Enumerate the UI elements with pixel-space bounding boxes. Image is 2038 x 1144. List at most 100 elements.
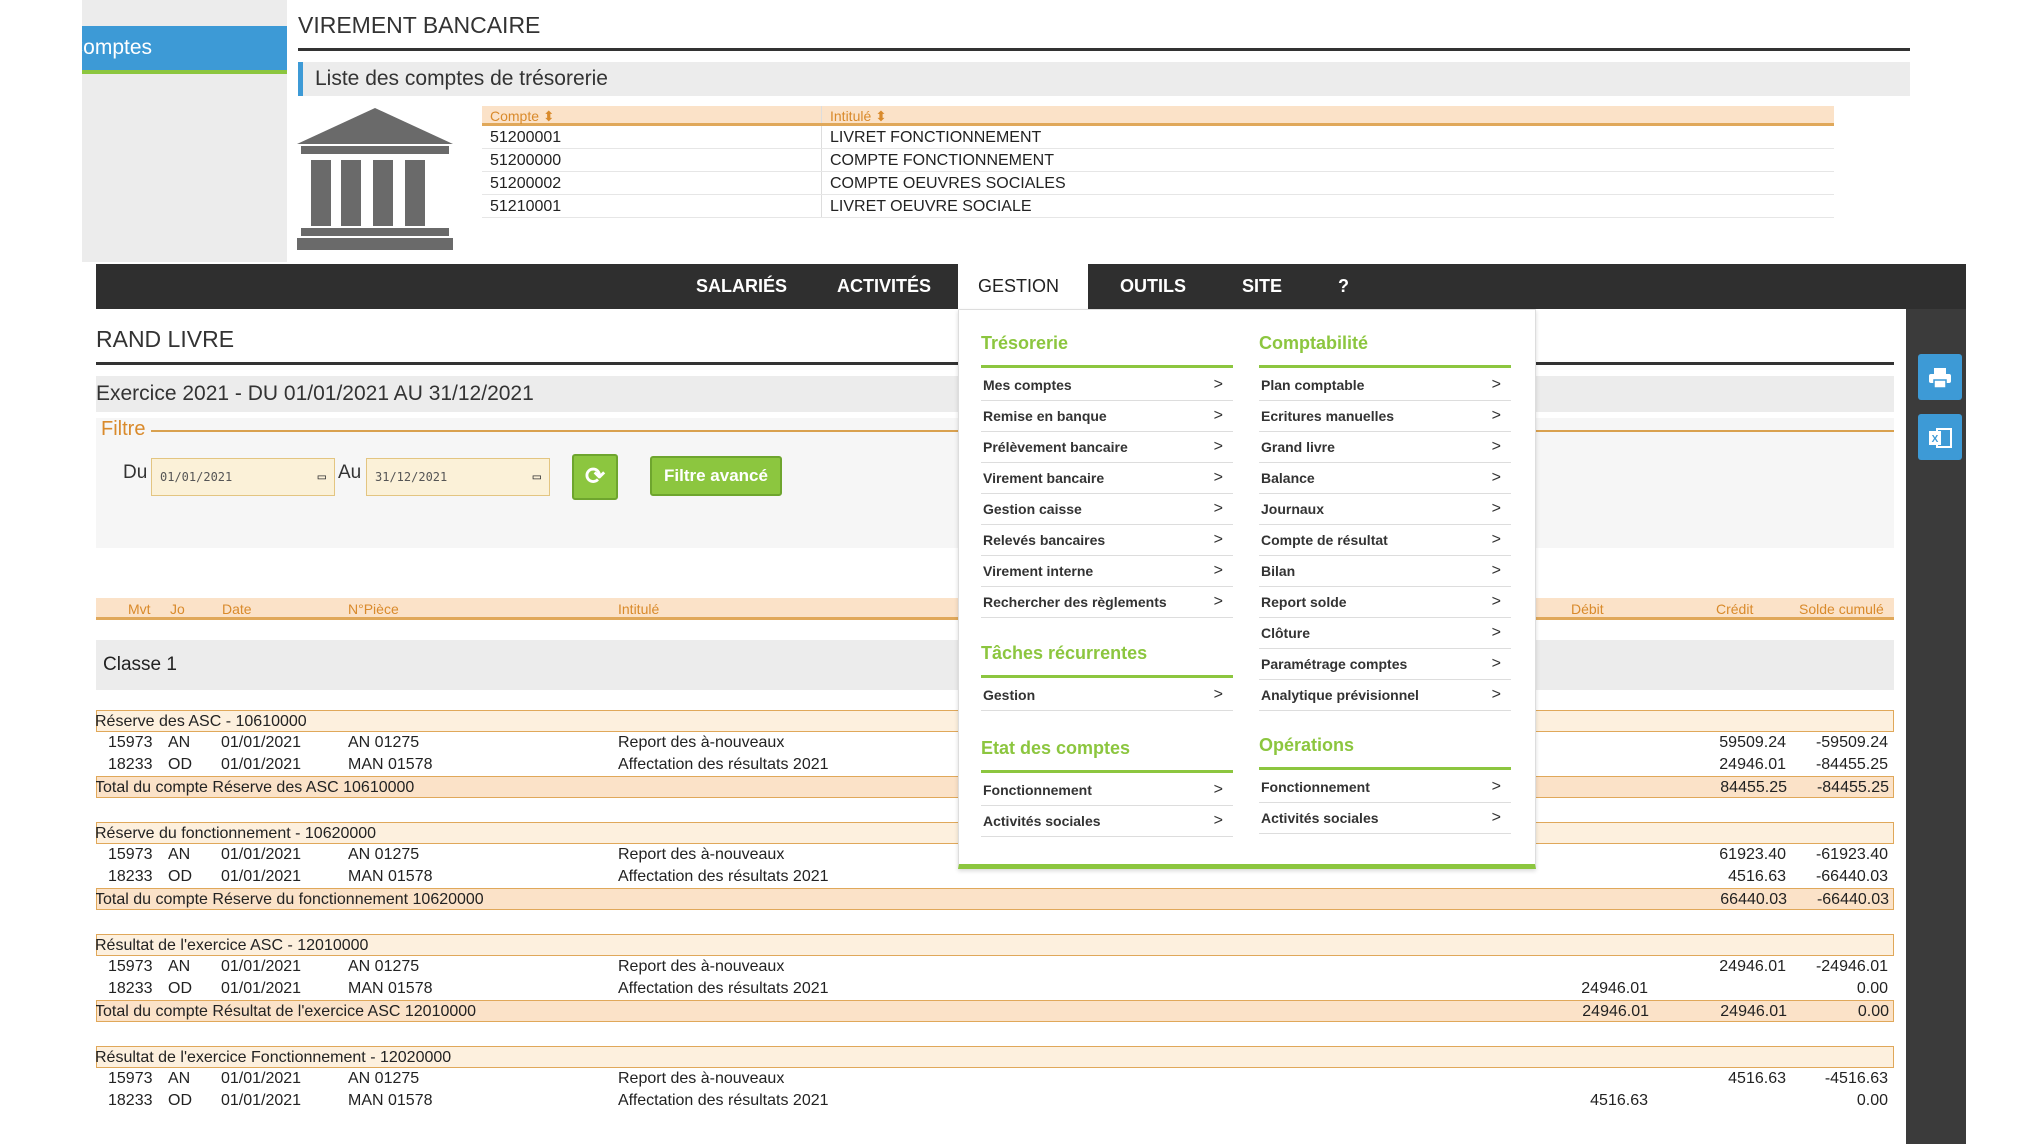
table-row[interactable]: 51210001 LIVRET OEUVRE SOCIALE [482,195,1834,218]
cell-credit: 4516.63 [1728,1070,1786,1087]
table-row[interactable]: 51200000 COMPTE FONCTIONNEMENT [482,149,1834,172]
menu-item-virement-interne[interactable]: Virement interne > [981,556,1233,587]
print-button[interactable] [1918,354,1962,400]
menu-section-comptabilite: Comptabilité [1259,328,1511,368]
table-row[interactable]: 15973 AN 01/01/2021 AN 01275 Report des … [96,1068,1894,1090]
chevron-right-icon: > [1491,469,1501,486]
nav-help[interactable]: ? [1318,264,1369,309]
page-title: RAND LIVRE [96,326,235,352]
date-from-input[interactable]: 01/01/2021 ▭ [151,458,335,496]
menu-item-releves-bancaires[interactable]: Relevés bancaires > [981,525,1233,556]
menu-item-label: Prélèvement bancaire [983,439,1128,455]
col-debit[interactable]: Débit [1571,598,1604,620]
menu-item-label: Journaux [1261,501,1325,517]
menu-item-mes-comptes[interactable]: Mes comptes > [981,370,1233,401]
menu-item-analytique-previsionnel[interactable]: Analytique prévisionnel > [1259,680,1511,711]
column-header-intitule[interactable]: Intitulé ⬍ [822,106,1834,124]
cell-intitule: LIVRET FONCTIONNEMENT [830,129,1042,146]
cell-solde: -59509.24 [1815,734,1888,751]
chevron-right-icon: > [1213,531,1223,548]
menu-item-prelevement-bancaire[interactable]: Prélèvement bancaire > [981,432,1233,463]
cell-piece: AN 01275 [348,958,420,975]
exercise-label: Exercice 2021 - DU 01/01/2021 AU 31/12/2… [96,382,534,405]
cell-piece: AN 01275 [348,846,420,863]
au-label: Au [338,462,362,483]
col-solde[interactable]: Solde cumulé [1799,598,1884,620]
col-intitule[interactable]: Intitulé [618,598,659,620]
cell-date: 01/01/2021 [221,734,302,751]
menu-item-plan-comptable[interactable]: Plan comptable > [1259,370,1511,401]
col-jo[interactable]: Jo [170,598,185,620]
date-to-value: 31/12/2021 [375,470,448,484]
menu-item-ecritures-manuelles[interactable]: Ecritures manuelles > [1259,401,1511,432]
date-from-value: 01/01/2021 [160,470,233,484]
nav-outils[interactable]: OUTILS [1100,264,1206,309]
calendar-icon[interactable]: ▭ [533,459,541,495]
sidebar-item-comptes[interactable]: Comptes [82,26,287,74]
chevron-right-icon: > [1491,686,1501,703]
account-title: Résultat de l'exercice ASC - 12010000 [96,937,369,954]
menu-item-cloture[interactable]: Clôture > [1259,618,1511,649]
menu-item-etat-activites-sociales[interactable]: Activités sociales > [981,806,1233,837]
table-row[interactable]: 51200001 LIVRET FONCTIONNEMENT [482,126,1834,149]
cell-date: 01/01/2021 [221,1070,302,1087]
cell-jo: OD [168,756,192,773]
nav-gestion[interactable]: GESTION [958,264,1088,309]
refresh-button[interactable]: ⟳ [572,454,618,500]
menu-item-bilan[interactable]: Bilan > [1259,556,1511,587]
col-mvt[interactable]: Mvt [128,598,151,620]
title-divider [298,48,1910,51]
cell-credit: 4516.63 [1728,868,1786,885]
menu-section-operations: Opérations [1259,730,1511,770]
chevron-right-icon: > [1213,686,1223,703]
menu-item-etat-fonctionnement[interactable]: Fonctionnement > [981,775,1233,806]
menu-item-grand-livre[interactable]: Grand livre > [1259,432,1511,463]
account-header: Résultat de l'exercice ASC - 12010000 [96,934,1894,956]
menu-item-operations-activites-sociales[interactable]: Activités sociales > [1259,803,1511,834]
menu-item-report-solde[interactable]: Report solde > [1259,587,1511,618]
advanced-filter-button[interactable]: Filtre avancé [650,456,782,496]
nav-site[interactable]: SITE [1222,264,1302,309]
cell-solde: -4516.63 [1824,1070,1888,1087]
cell-date: 01/01/2021 [221,1092,302,1109]
classe-label: Classe 1 [103,654,177,675]
date-to-input[interactable]: 31/12/2021 ▭ [366,458,550,496]
cell-intitule: Affectation des résultats 2021 [618,1092,829,1109]
col-piece[interactable]: N°Pièce [348,598,399,620]
table-row[interactable]: 18233 OD 01/01/2021 MAN 01578 Affectatio… [96,978,1894,1000]
menu-item-remise-en-banque[interactable]: Remise en banque > [981,401,1233,432]
menu-item-virement-bancaire[interactable]: Virement bancaire > [981,463,1233,494]
table-row[interactable]: 51200002 COMPTE OEUVRES SOCIALES [482,172,1834,195]
excel-export-button[interactable]: X [1918,414,1962,460]
menu-item-journaux[interactable]: Journaux > [1259,494,1511,525]
column-header-compte[interactable]: Compte ⬍ [482,106,822,124]
menu-item-balance[interactable]: Balance > [1259,463,1511,494]
menu-item-operations-fonctionnement[interactable]: Fonctionnement > [1259,772,1511,803]
nav-activites[interactable]: ACTIVITÉS [817,264,951,309]
table-row[interactable]: 15973 AN 01/01/2021 AN 01275 Report des … [96,956,1894,978]
table-row[interactable]: 18233 OD 01/01/2021 MAN 01578 Affectatio… [96,1090,1894,1112]
cell-jo: OD [168,868,192,885]
col-credit[interactable]: Crédit [1716,598,1753,620]
cell-jo: OD [168,980,192,997]
nav-salaries[interactable]: SALARIÉS [676,264,807,309]
menu-item-rechercher-reglements[interactable]: Rechercher des règlements > [981,587,1233,618]
cell-date: 01/01/2021 [221,846,302,863]
chevron-right-icon: > [1213,562,1223,579]
menu-item-gestion[interactable]: Gestion > [981,680,1233,711]
cell-date: 01/01/2021 [221,958,302,975]
menu-item-parametrage-comptes[interactable]: Paramétrage comptes > [1259,649,1511,680]
virement-bancaire-panel: Comptes VIREMENT BANCAIRE Liste des comp… [82,0,1950,262]
table-row[interactable]: 18233 OD 01/01/2021 MAN 01578 Affectatio… [96,866,1894,888]
calendar-icon[interactable]: ▭ [318,459,326,495]
chevron-right-icon: > [1213,376,1223,393]
cell-intitule: Report des à-nouveaux [618,734,785,751]
cell-date: 01/01/2021 [221,868,302,885]
menu-item-gestion-caisse[interactable]: Gestion caisse > [981,494,1233,525]
menu-item-compte-de-resultat[interactable]: Compte de résultat > [1259,525,1511,556]
col-date[interactable]: Date [222,598,252,620]
filter-legend: Filtre [101,418,152,441]
cell-jo: AN [168,958,191,975]
account-total-row: Total du compte Résultat de l'exercice A… [96,1000,1894,1022]
bank-icon [297,106,453,250]
